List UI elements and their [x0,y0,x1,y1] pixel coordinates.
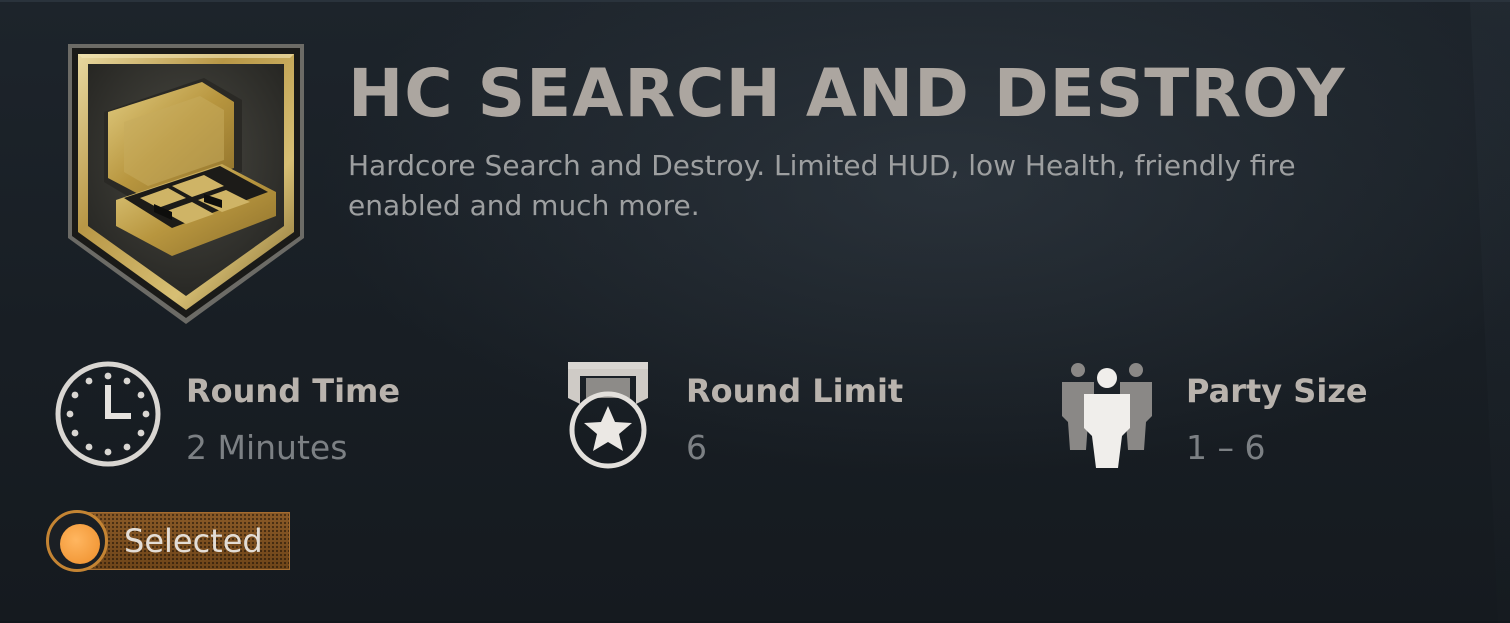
stat-round-limit: Round Limit 6 [562,358,982,478]
stat-label: Party Size [1186,372,1368,410]
clock-icon [55,361,161,467]
star-medal-icon [568,362,648,469]
stat-round-time: Round Time 2 Minutes [52,358,472,478]
mode-title: HC SEARCH AND DESTROY [348,55,1346,132]
stat-party-size: Party Size 1 – 6 [1056,358,1476,478]
radio-selected-icon[interactable] [46,510,108,572]
selected-label: Selected [124,522,263,560]
stat-value: 1 – 6 [1186,428,1266,467]
radio-dot [60,524,100,564]
game-mode-card[interactable]: HC SEARCH AND DESTROY Hardcore Search an… [0,0,1510,623]
stat-label: Round Time [186,372,401,410]
mode-description: Hardcore Search and Destroy. Limited HUD… [348,149,1296,222]
panel-edge-decoration [1470,2,1510,623]
party-people-icon [1062,363,1152,468]
stat-label: Round Limit [686,372,904,410]
stat-value: 2 Minutes [186,428,348,467]
stat-value: 6 [686,428,707,467]
selected-badge[interactable]: Selected [46,510,292,572]
briefcase-bomb-emblem-icon [68,44,304,324]
